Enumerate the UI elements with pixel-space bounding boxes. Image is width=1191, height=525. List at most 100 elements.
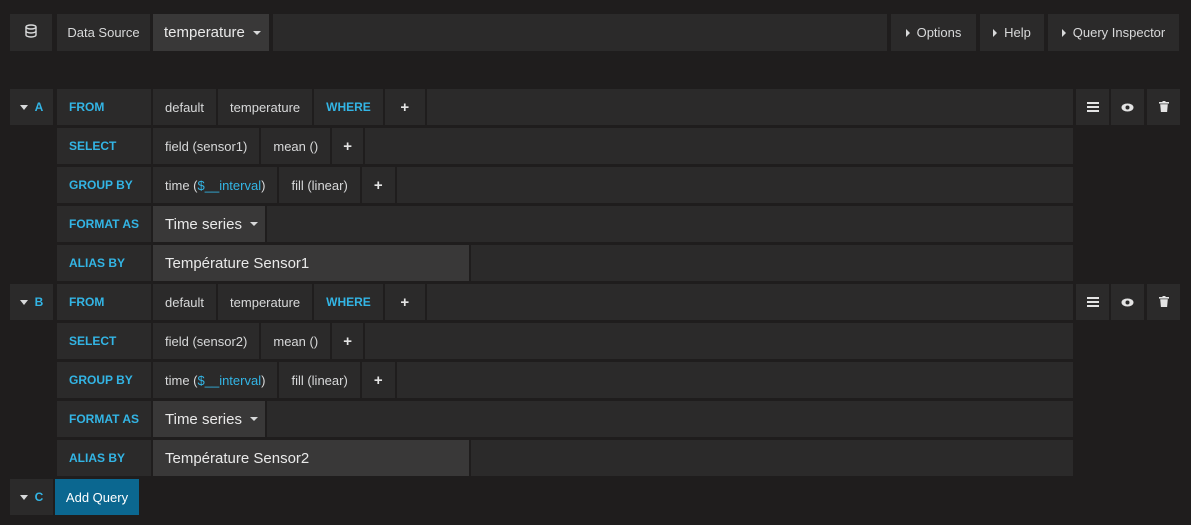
row-filler bbox=[397, 167, 1073, 203]
alias-keyword: ALIAS BY bbox=[57, 440, 153, 476]
toolbar-filler bbox=[273, 14, 887, 51]
query-a-toggle-visibility[interactable] bbox=[1111, 89, 1144, 125]
format-select[interactable]: Time series bbox=[153, 401, 267, 437]
time-segment[interactable]: time ($__interval) bbox=[153, 167, 280, 203]
query-b-format-row: FORMAT AS Time series bbox=[57, 401, 1073, 437]
datasource-icon-button[interactable] bbox=[10, 14, 52, 51]
add-query-button[interactable]: Add Query bbox=[55, 479, 139, 515]
field-text: field (sensor1) bbox=[165, 138, 248, 154]
query-letter: B bbox=[34, 295, 44, 309]
trash-icon bbox=[1158, 100, 1169, 115]
time-segment[interactable]: time ($__interval) bbox=[153, 362, 280, 398]
format-keyword: FORMAT AS bbox=[57, 401, 153, 437]
data-source-value: temperature bbox=[164, 24, 245, 41]
policy-segment[interactable]: default bbox=[153, 89, 219, 125]
add-select-button[interactable]: + bbox=[332, 323, 366, 359]
options-button[interactable]: Options bbox=[891, 14, 976, 51]
collapse-icon bbox=[19, 494, 28, 500]
chevron-down-icon bbox=[249, 417, 258, 421]
format-value: Time series bbox=[165, 215, 242, 233]
bars-icon bbox=[1086, 100, 1099, 115]
time-variable: $__interval bbox=[197, 372, 262, 388]
field-segment[interactable]: field (sensor2) bbox=[153, 323, 262, 359]
plus-icon: + bbox=[373, 176, 383, 194]
trash-icon bbox=[1158, 295, 1169, 310]
query-c-toggle[interactable]: C bbox=[10, 479, 53, 515]
fill-text: fill (linear) bbox=[291, 372, 348, 388]
field-segment[interactable]: field (sensor1) bbox=[153, 128, 262, 164]
alias-input[interactable]: Température Sensor2 bbox=[153, 440, 471, 476]
data-source-label-text: Data Source bbox=[67, 25, 140, 40]
add-where-button[interactable]: + bbox=[385, 89, 427, 125]
add-select-button[interactable]: + bbox=[332, 128, 366, 164]
help-label: Help bbox=[1004, 25, 1031, 40]
policy-text: default bbox=[165, 99, 205, 115]
policy-segment[interactable]: default bbox=[153, 284, 219, 320]
format-keyword: FORMAT AS bbox=[57, 206, 153, 242]
measurement-segment[interactable]: temperature bbox=[218, 284, 315, 320]
func-segment[interactable]: mean () bbox=[261, 128, 333, 164]
alias-input[interactable]: Température Sensor1 bbox=[153, 245, 471, 281]
func-segment[interactable]: mean () bbox=[261, 323, 333, 359]
row-filler bbox=[397, 362, 1073, 398]
caret-right-icon bbox=[1061, 28, 1066, 37]
select-keyword: SELECT bbox=[57, 128, 153, 164]
measurement-text: temperature bbox=[230, 99, 301, 115]
fill-segment[interactable]: fill (linear) bbox=[279, 362, 362, 398]
row-filler bbox=[471, 440, 1073, 476]
select-keyword-text: SELECT bbox=[69, 139, 117, 153]
plus-icon: + bbox=[400, 98, 410, 116]
query-a-alias-row: ALIAS BY Température Sensor1 bbox=[57, 245, 1073, 281]
caret-right-icon bbox=[993, 28, 998, 37]
query-b-menu-button[interactable] bbox=[1076, 284, 1109, 320]
query-b-groupby-row: GROUP BY time ($__interval) fill (linear… bbox=[57, 362, 1073, 398]
query-b-toggle[interactable]: B bbox=[10, 284, 53, 320]
time-prefix: time ( bbox=[165, 177, 198, 193]
plus-icon: + bbox=[343, 137, 353, 155]
query-b-alias-row: ALIAS BY Température Sensor2 bbox=[57, 440, 1073, 476]
bars-icon bbox=[1086, 295, 1099, 310]
add-groupby-button[interactable]: + bbox=[362, 362, 397, 398]
query-a-delete[interactable] bbox=[1147, 89, 1180, 125]
field-text: field (sensor2) bbox=[165, 333, 248, 349]
func-text: mean () bbox=[273, 333, 319, 349]
where-keyword-text: WHERE bbox=[326, 100, 371, 114]
groupby-keyword-text: GROUP BY bbox=[69, 373, 133, 387]
query-a-format-row: FORMAT AS Time series bbox=[57, 206, 1073, 242]
format-select[interactable]: Time series bbox=[153, 206, 267, 242]
options-label: Options bbox=[916, 25, 962, 40]
from-keyword: FROM bbox=[57, 89, 153, 125]
chevron-down-icon bbox=[252, 30, 261, 35]
query-a-select-row: SELECT field (sensor1) mean () + bbox=[57, 128, 1073, 164]
row-filler bbox=[427, 284, 1073, 320]
alias-value: Température Sensor2 bbox=[165, 449, 310, 467]
caret-right-icon bbox=[905, 28, 910, 37]
alias-value: Température Sensor1 bbox=[165, 254, 310, 272]
help-button[interactable]: Help bbox=[980, 14, 1044, 51]
data-source-label: Data Source bbox=[57, 14, 150, 51]
fill-segment[interactable]: fill (linear) bbox=[279, 167, 362, 203]
measurement-segment[interactable]: temperature bbox=[218, 89, 315, 125]
query-b-toggle-visibility[interactable] bbox=[1111, 284, 1144, 320]
from-keyword-text: FROM bbox=[69, 100, 105, 114]
add-query-label: Add Query bbox=[65, 489, 129, 505]
format-keyword-text: FORMAT AS bbox=[69, 412, 139, 426]
eye-icon bbox=[1121, 295, 1134, 310]
query-a-menu-button[interactable] bbox=[1076, 89, 1109, 125]
plus-icon: + bbox=[343, 332, 353, 350]
plus-icon: + bbox=[373, 371, 383, 389]
alias-keyword-text: ALIAS BY bbox=[69, 451, 126, 465]
from-keyword-text: FROM bbox=[69, 295, 105, 309]
add-where-button[interactable]: + bbox=[385, 284, 427, 320]
data-source-select[interactable]: temperature bbox=[153, 14, 269, 51]
func-text: mean () bbox=[273, 138, 319, 154]
query-a-from-row: FROM default temperature WHERE + bbox=[57, 89, 1073, 125]
query-a-toggle[interactable]: A bbox=[10, 89, 53, 125]
query-b-from-row: FROM default temperature WHERE + bbox=[57, 284, 1073, 320]
query-letter: C bbox=[34, 490, 44, 504]
select-keyword: SELECT bbox=[57, 323, 153, 359]
query-b-delete[interactable] bbox=[1147, 284, 1180, 320]
query-inspector-button[interactable]: Query Inspector bbox=[1048, 14, 1179, 51]
add-groupby-button[interactable]: + bbox=[362, 167, 397, 203]
policy-text: default bbox=[165, 294, 205, 310]
